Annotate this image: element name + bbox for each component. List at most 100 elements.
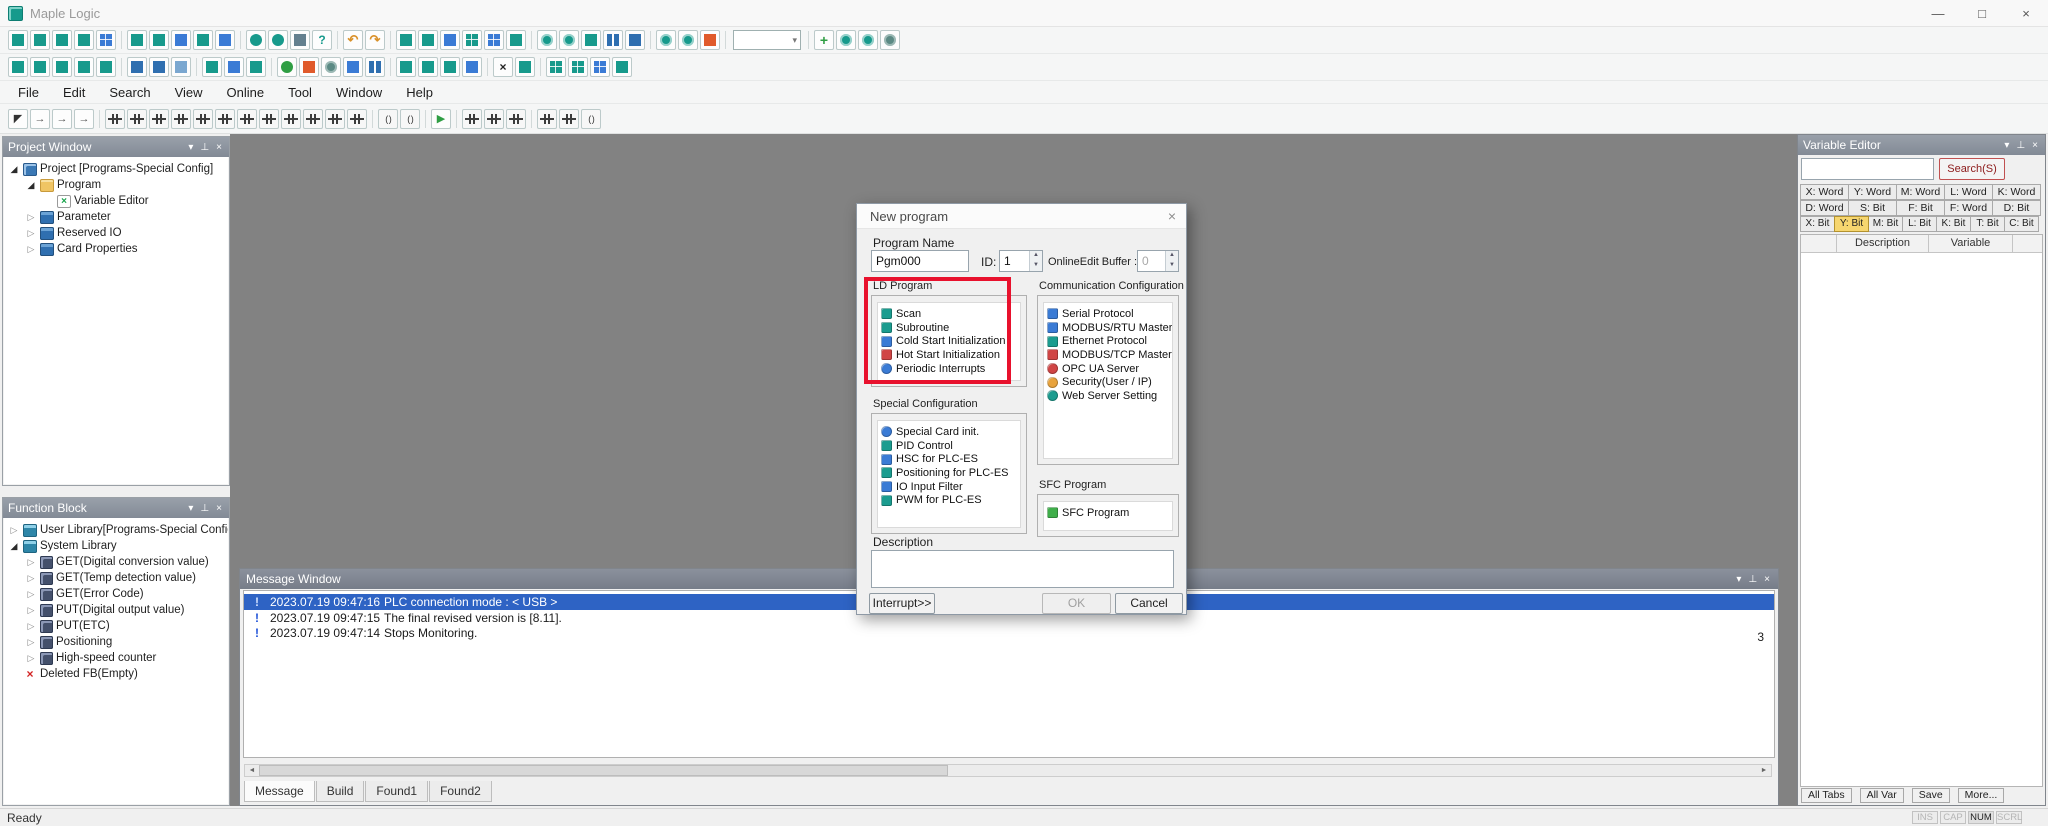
toolbar-icon[interactable] [515, 57, 535, 77]
var-type-button[interactable]: L: Bit [1902, 216, 1937, 232]
toolbar-icon[interactable]: ◤ [8, 109, 28, 129]
pin-icon[interactable]: ⊥ [2016, 140, 2025, 151]
tree-expander-icon[interactable]: ▷ [25, 589, 37, 600]
tab-message[interactable]: Message [244, 781, 315, 802]
special-config-item[interactable]: PID Control [881, 439, 1017, 453]
search-input[interactable] [1802, 163, 1952, 175]
scrollbar-track[interactable] [259, 765, 1757, 776]
program-name-input[interactable] [871, 250, 969, 272]
var-type-button[interactable]: Y: Bit [1834, 216, 1869, 232]
toolbar-icon[interactable] [418, 30, 438, 50]
var-type-button[interactable]: X: Bit [1800, 216, 1835, 232]
toolbar-icon[interactable] [149, 30, 169, 50]
save-button[interactable]: Save [1912, 788, 1950, 803]
ld-program-item[interactable]: Subroutine [881, 321, 1017, 335]
toolbar-icon[interactable] [321, 57, 341, 77]
var-type-button[interactable]: Y: Word [1848, 184, 1897, 200]
toolbar-icon[interactable] [74, 30, 94, 50]
close-icon[interactable]: × [216, 142, 222, 153]
toolbar-icon[interactable] [96, 30, 116, 50]
menu-edit[interactable]: Edit [51, 82, 97, 103]
function-block-tree-item[interactable]: ▷GET(Temp detection value) [4, 570, 228, 586]
toolbar-icon[interactable] [281, 109, 301, 129]
comm-config-item[interactable]: OPC UA Server [1047, 362, 1169, 376]
project-tree-item[interactable]: ◢Program [4, 177, 228, 193]
toolbar-icon[interactable] [30, 57, 50, 77]
toolbar-icon[interactable] [193, 109, 213, 129]
all-var-button[interactable]: All Var [1860, 788, 1904, 803]
tree-expander-icon[interactable]: ▷ [25, 573, 37, 584]
function-block-tree-item[interactable]: ▷PUT(ETC) [4, 618, 228, 634]
var-type-button[interactable]: M: Word [1896, 184, 1945, 200]
search-button[interactable]: Search(S) [1939, 158, 2005, 180]
project-tree-item[interactable]: ▷Card Properties [4, 241, 228, 257]
toolbar-icon[interactable]: + [814, 30, 834, 50]
function-block-tree-item[interactable]: ×Deleted FB(Empty) [4, 666, 228, 682]
special-config-item[interactable]: HSC for PLC-ES [881, 452, 1017, 466]
toolbar-icon[interactable] [590, 57, 610, 77]
toolbar-icon[interactable] [171, 57, 191, 77]
tree-expander-icon[interactable]: ▷ [8, 525, 20, 536]
function-block-tree-item[interactable]: ▷User Library[Programs-Special Config] [4, 522, 228, 538]
toolbar-icon[interactable] [396, 57, 416, 77]
close-icon[interactable]: × [2032, 140, 2038, 151]
toolbar-icon[interactable] [612, 57, 632, 77]
close-icon[interactable]: × [1764, 574, 1770, 585]
tree-expander-icon[interactable]: ▷ [25, 621, 37, 632]
var-type-button[interactable]: T: Bit [1970, 216, 2005, 232]
pin-icon[interactable]: ⊥ [1748, 574, 1757, 585]
pin-icon[interactable]: ⊥ [200, 503, 209, 514]
more--button[interactable]: More... [1958, 788, 2005, 803]
tree-expander-icon[interactable]: ▷ [25, 228, 37, 239]
menu-tool[interactable]: Tool [276, 82, 324, 103]
var-type-button[interactable]: F: Bit [1896, 200, 1945, 216]
toolbar-icon[interactable] [52, 57, 72, 77]
toolbar-icon[interactable] [546, 57, 566, 77]
interrupt-button[interactable]: Interrupt>> [869, 593, 935, 614]
chevron-down-icon[interactable]: ▾ [2004, 140, 2009, 151]
var-type-button[interactable]: X: Word [1800, 184, 1849, 200]
toolbar-icon[interactable] [325, 109, 345, 129]
toolbar-icon[interactable] [880, 30, 900, 50]
var-type-button[interactable]: M: Bit [1868, 216, 1903, 232]
ld-program-item[interactable]: Hot Start Initialization [881, 348, 1017, 362]
maximize-button[interactable]: □ [1960, 0, 2004, 27]
menu-help[interactable]: Help [394, 82, 445, 103]
toolbar-icon[interactable] [581, 30, 601, 50]
toolbar-icon[interactable] [246, 30, 266, 50]
tree-expander-icon[interactable]: ▷ [25, 605, 37, 616]
tab-build[interactable]: Build [316, 781, 365, 802]
var-type-button[interactable]: K: Word [1992, 184, 2041, 200]
close-icon[interactable]: × [216, 503, 222, 514]
var-type-button[interactable]: D: Bit [1992, 200, 2041, 216]
toolbar-icon[interactable] [299, 57, 319, 77]
toolbar-icon[interactable] [96, 57, 116, 77]
toolbar-icon[interactable]: → [74, 109, 94, 129]
toolbar-icon[interactable] [277, 57, 297, 77]
spin-down-icon[interactable]: ▼ [1030, 261, 1042, 271]
toolbar-icon[interactable] [290, 30, 310, 50]
toolbar-icon[interactable]: → [30, 109, 50, 129]
toolbar-icon[interactable] [149, 57, 169, 77]
tree-expander-icon[interactable]: ▷ [25, 557, 37, 568]
toolbar-icon[interactable]: ( ) [400, 109, 420, 129]
cancel-button[interactable]: Cancel [1115, 593, 1183, 614]
toolbar-combobox[interactable]: ▾ [733, 30, 801, 50]
toolbar-icon[interactable] [836, 30, 856, 50]
function-block-tree-item[interactable]: ▷Positioning [4, 634, 228, 650]
toolbar-icon[interactable] [105, 109, 125, 129]
toolbar-icon[interactable] [603, 30, 623, 50]
toolbar-icon[interactable]: ( ) [378, 109, 398, 129]
ld-program-item[interactable]: Periodic Interrupts [881, 362, 1017, 376]
tree-expander-icon[interactable]: ◢ [8, 164, 20, 175]
toolbar-icon[interactable] [268, 30, 288, 50]
toolbar-icon[interactable] [237, 109, 257, 129]
toolbar-icon[interactable] [259, 109, 279, 129]
toolbar-icon[interactable] [559, 109, 579, 129]
toolbar-icon[interactable] [506, 109, 526, 129]
ld-program-item[interactable]: Cold Start Initialization [881, 334, 1017, 348]
toolbar-icon[interactable] [440, 30, 460, 50]
comm-config-item[interactable]: Serial Protocol [1047, 307, 1169, 321]
scroll-right-icon[interactable]: ► [1757, 767, 1771, 774]
toolbar-icon[interactable] [74, 57, 94, 77]
